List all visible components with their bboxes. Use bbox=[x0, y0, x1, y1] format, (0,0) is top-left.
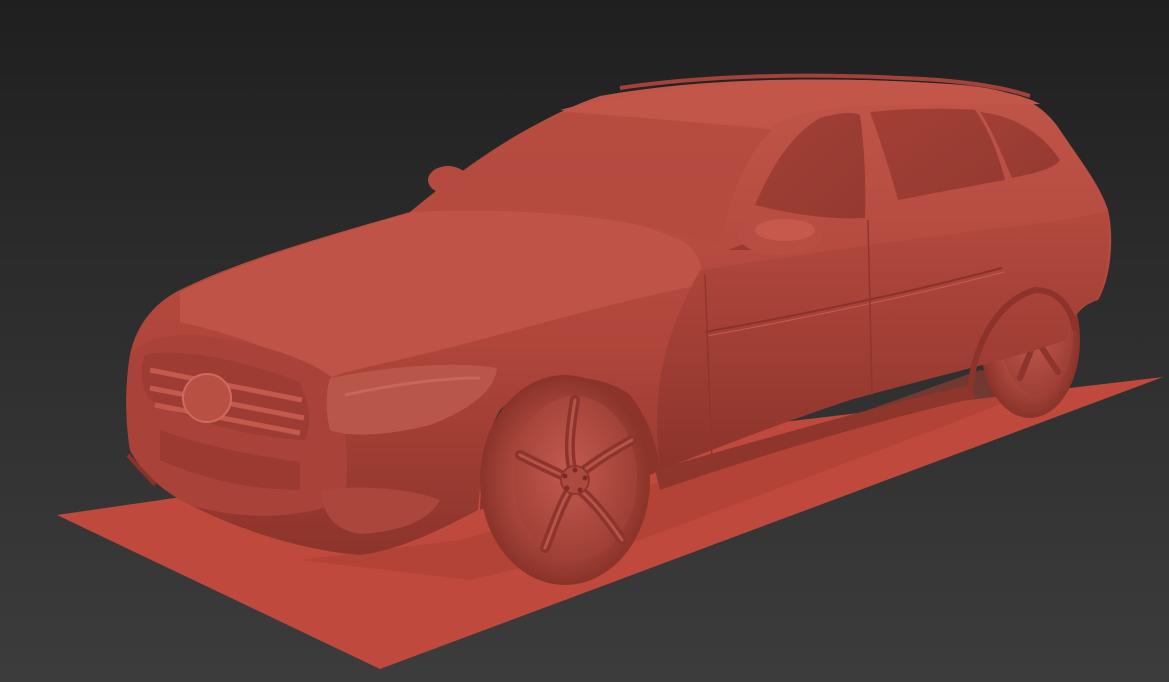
3d-viewport[interactable] bbox=[0, 0, 1169, 682]
viewport-scene bbox=[57, 73, 1163, 669]
badge-icon bbox=[182, 373, 232, 423]
front-wheel bbox=[480, 375, 650, 585]
